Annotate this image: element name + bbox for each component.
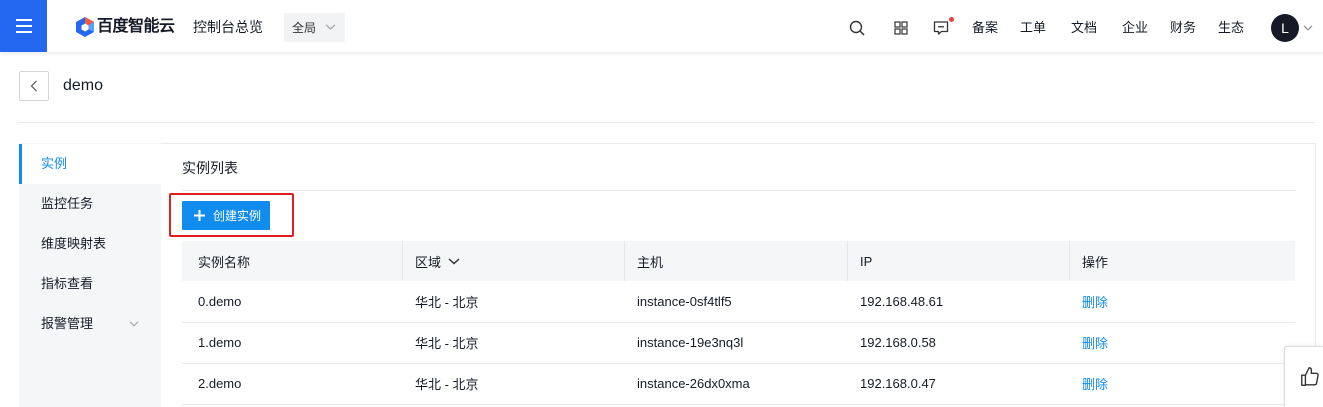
column-header-label: 主机 — [637, 254, 664, 270]
nav-link-enterprise[interactable]: 企业 — [1122, 0, 1148, 55]
message-icon — [933, 20, 949, 36]
sidebar-item-dimension-mapping[interactable]: 维度映射表 — [19, 224, 161, 264]
apps-grid-icon — [894, 21, 908, 35]
cell-region: 华北 - 北京 — [403, 322, 625, 364]
delete-link[interactable]: 删除 — [1082, 295, 1108, 310]
column-header-region[interactable]: 区域 — [403, 241, 625, 281]
instance-table: 实例名称 区域 主机 IP 操作 0.demo 华北 - 北京 instance… — [182, 241, 1295, 405]
search-icon — [849, 20, 865, 36]
baidu-cloud-logo-icon[interactable] — [74, 16, 96, 38]
cell-instance-name: 0.demo — [182, 281, 403, 323]
nav-link-finance[interactable]: 财务 — [1170, 0, 1196, 55]
menu-icon — [15, 19, 32, 33]
sidebar-item-label: 监控任务 — [41, 196, 94, 211]
cell-ip: 192.168.0.47 — [848, 363, 1070, 405]
plus-icon — [194, 210, 205, 221]
column-header-ip: IP — [848, 241, 1070, 281]
nav-link-docs[interactable]: 文档 — [1071, 0, 1097, 55]
table-row: 1.demo 华北 - 北京 instance-19e3nq3l 192.168… — [182, 322, 1295, 364]
sidebar-item-alarm-management[interactable]: 报警管理 — [19, 304, 161, 344]
messages-button[interactable] — [933, 20, 949, 36]
cell-ip: 192.168.0.58 — [848, 322, 1070, 364]
chevron-down-icon — [129, 321, 139, 327]
column-header-label: IP — [860, 253, 873, 269]
column-header-instance-name: 实例名称 — [182, 241, 403, 281]
sidebar-item-label: 指标查看 — [41, 276, 94, 291]
create-instance-label: 创建实例 — [213, 209, 262, 223]
cell-actions: 删除 — [1070, 281, 1295, 323]
cell-instance-name: 2.demo — [182, 363, 403, 405]
scope-select[interactable]: 全局 — [284, 13, 345, 42]
column-header-label: 操作 — [1082, 254, 1109, 270]
cell-host: instance-0sf4tlf5 — [625, 281, 848, 323]
sidebar-item-instances[interactable]: 实例 — [19, 144, 161, 184]
sidebar-item-label: 实例 — [41, 156, 68, 171]
top-navigation-bar: 百度智能云 控制台总览 全局 备案 工单 文档 企业 财务 生态 L — [0, 0, 1323, 52]
thumbs-up-icon — [1299, 366, 1321, 388]
avatar-initial: L — [1281, 20, 1289, 36]
nav-link-filing[interactable]: 备案 — [972, 0, 998, 55]
cell-host: instance-19e3nq3l — [625, 322, 848, 364]
column-header-actions: 操作 — [1070, 241, 1295, 281]
delete-link[interactable]: 删除 — [1082, 377, 1108, 392]
sidebar-item-label: 维度映射表 — [41, 236, 107, 251]
cell-region: 华北 - 北京 — [403, 363, 625, 405]
column-header-label: 区域 — [415, 254, 442, 270]
create-instance-button[interactable]: 创建实例 — [182, 201, 270, 230]
chevron-left-icon — [30, 80, 38, 92]
page-divider — [19, 122, 1315, 123]
cell-instance-name: 1.demo — [182, 322, 403, 364]
cell-host: instance-26dx0xma — [625, 363, 848, 405]
nav-link-ecosystem[interactable]: 生态 — [1218, 0, 1244, 55]
cell-region: 华北 - 北京 — [403, 281, 625, 323]
notification-dot — [949, 17, 954, 22]
column-header-label: 实例名称 — [198, 254, 251, 270]
sidebar-item-label: 报警管理 — [41, 316, 94, 331]
column-header-host: 主机 — [625, 241, 848, 281]
sidebar: 实例 监控任务 维度映射表 指标查看 报警管理 — [19, 143, 161, 407]
section-title: 实例列表 — [182, 160, 238, 176]
search-button[interactable] — [849, 20, 865, 36]
sidebar-item-monitor-tasks[interactable]: 监控任务 — [19, 184, 161, 224]
page-title: demo — [63, 77, 104, 94]
table-row: 2.demo 华北 - 北京 instance-26dx0xma 192.168… — [182, 363, 1295, 405]
avatar[interactable]: L — [1271, 14, 1299, 42]
back-button[interactable] — [19, 71, 49, 101]
table-header-row: 实例名称 区域 主机 IP 操作 — [182, 241, 1295, 281]
console-overview-link[interactable]: 控制台总览 — [193, 0, 263, 54]
table-row: 0.demo 华北 - 北京 instance-0sf4tlf5 192.168… — [182, 281, 1295, 323]
filter-chevron-down-icon[interactable] — [448, 257, 460, 265]
sidebar-item-metrics[interactable]: 指标查看 — [19, 264, 161, 304]
apps-button[interactable] — [894, 21, 908, 35]
menu-button[interactable] — [0, 0, 47, 52]
delete-link[interactable]: 删除 — [1082, 336, 1108, 351]
cell-actions: 删除 — [1070, 363, 1295, 405]
cell-actions: 删除 — [1070, 322, 1295, 364]
chevron-down-icon[interactable] — [1303, 25, 1313, 31]
section-divider — [182, 190, 1295, 191]
brand-name[interactable]: 百度智能云 — [97, 0, 175, 54]
cell-ip: 192.168.48.61 — [848, 281, 1070, 323]
scope-select-value: 全局 — [292, 21, 317, 35]
chevron-down-icon — [325, 24, 336, 30]
feedback-button[interactable] — [1284, 346, 1323, 407]
nav-link-tickets[interactable]: 工单 — [1020, 0, 1046, 55]
